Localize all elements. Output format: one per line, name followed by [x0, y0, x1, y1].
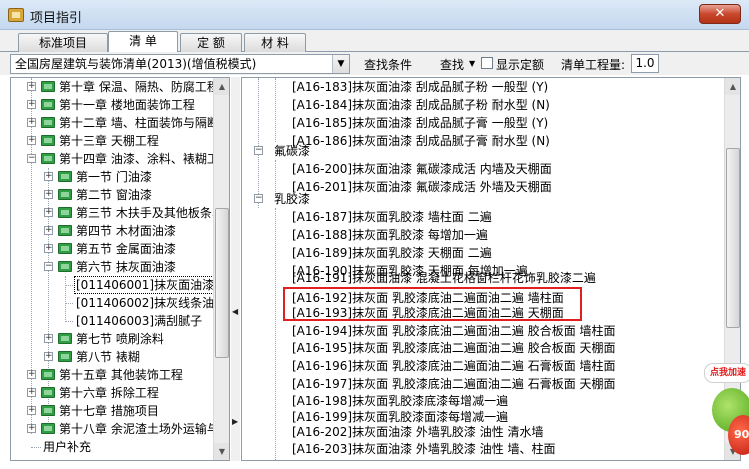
list-item-a16-183[interactable]: [A16-183]抹灰面油漆 刮成品腻子粉 一般型 (Y) — [292, 78, 548, 96]
tab-quota[interactable]: 定 额 — [180, 33, 242, 52]
chapter-tree: + 第十章 保温、隔热、防腐工程 + 第十一章 楼地面装饰工程 + 第十二章 墙、柱面… — [10, 77, 230, 461]
scroll-thumb[interactable] — [726, 148, 740, 328]
scroll-up-icon[interactable]: ▲ — [725, 78, 740, 95]
tree-item-label: 第十三章 天棚工程 — [59, 134, 159, 148]
folder-icon — [58, 171, 72, 182]
folder-icon — [58, 261, 72, 272]
tree-item-011406003[interactable]: [011406003]满刮腻子 — [76, 312, 202, 330]
list-item-a16-200[interactable]: [A16-200]抹灰面油漆 氟碳漆成活 内墙及天棚面 — [292, 160, 552, 178]
tree-item-label: 第七节 喷刷涂料 — [76, 332, 164, 346]
tab-standard-project[interactable]: 标准项目 — [18, 33, 108, 52]
window-title: 项目指引 — [30, 11, 83, 26]
tree-item-label: 第五节 金属面油漆 — [76, 242, 176, 256]
tree-item-label: 第十八章 余泥渣土场外运输与排 — [59, 422, 230, 436]
folder-icon — [41, 405, 55, 416]
library-select-value: 全国房屋建筑与装饰清单(2013)(增值税模式) — [15, 57, 257, 71]
list-item-a16-197[interactable]: [A16-197]抹灰面 乳胶漆底油二遍面油二遍 石膏板面 天棚面 — [292, 375, 616, 393]
chevron-down-icon[interactable]: ▼ — [332, 55, 349, 73]
list-item-a16-202[interactable]: [A16-202]抹灰面油漆 外墙乳胶漆 油性 清水墙 — [292, 423, 544, 441]
folder-icon — [58, 333, 72, 344]
folder-icon — [41, 117, 55, 128]
group-label: 氟碳漆 — [274, 144, 311, 158]
tree-item-label: 第十二章 墙、柱面装饰与隔断 — [59, 116, 219, 130]
list-item-a16-189[interactable]: [A16-189]抹灰面乳胶漆 天棚面 二遍 — [292, 244, 492, 262]
show-quota-label: 显示定额 — [496, 58, 545, 72]
tree-item-label: 第十一章 楼地面装饰工程 — [59, 98, 195, 112]
tab-bill[interactable]: 清 单 — [108, 31, 178, 53]
toolbar: 全国房屋建筑与装饰清单(2013)(增值税模式) ▼ 查找条件 查找 ▼ 显示定… — [0, 52, 749, 75]
list-item-a16-187[interactable]: [A16-187]抹灰面乳胶漆 墙柱面 二遍 — [292, 208, 492, 226]
folder-icon — [58, 243, 72, 254]
list-item-a16-196[interactable]: [A16-196]抹灰面 乳胶漆底油二遍面油二遍 石膏板面 墙柱面 — [292, 357, 616, 375]
tree-item-label: 第十章 保温、隔热、防腐工程 — [59, 80, 219, 94]
folder-icon — [58, 225, 72, 236]
title-bar: 项目指引 ✕ — [0, 0, 749, 30]
tree-item-label: 第六节 抹灰面油漆 — [76, 260, 176, 274]
list-item-a16-203[interactable]: [A16-203]抹灰面油漆 外墙乳胶漆 油性 墙、柱面 — [292, 440, 556, 458]
tree-item-label: 第二节 窗油漆 — [76, 188, 152, 202]
show-quota-checkbox[interactable] — [481, 57, 493, 69]
tree-item-label: 第十五章 其他装饰工程 — [59, 368, 183, 382]
list-item-a16-184[interactable]: [A16-184]抹灰面油漆 刮成品腻子粉 耐水型 (N) — [292, 96, 550, 114]
bill-qty-label: 清单工程量: — [561, 58, 626, 72]
tree-item-user-supplement[interactable]: 用户补充 — [43, 438, 91, 456]
collapse-left-icon[interactable]: ◀ — [232, 307, 238, 316]
scroll-down-icon[interactable]: ▼ — [214, 443, 229, 460]
search-condition-button[interactable]: 查找条件 — [364, 56, 412, 73]
list-item-a16-201[interactable]: [A16-201]抹灰面油漆 氟碳漆成活 外墙及天棚面 — [292, 178, 552, 196]
quota-list: [A16-183]抹灰面油漆 刮成品腻子粉 一般型 (Y) [A16-184]抹… — [241, 77, 741, 461]
folder-icon — [58, 351, 72, 362]
tree-item-label: 第一节 门油漆 — [76, 170, 152, 184]
search-button[interactable]: 查找 — [440, 56, 464, 73]
search-dropdown-icon[interactable]: ▼ — [469, 59, 475, 68]
folder-icon — [41, 387, 55, 398]
tree-item-011406002[interactable]: [011406002]抹灰线条油漆 — [76, 294, 226, 312]
tab-material[interactable]: 材 料 — [244, 33, 306, 52]
library-select[interactable]: 全国房屋建筑与装饰清单(2013)(增值税模式) ▼ — [10, 54, 350, 74]
tree-item-label: 第十四章 油漆、涂料、裱糊工程 — [59, 152, 230, 166]
folder-icon — [58, 207, 72, 218]
folder-icon — [58, 189, 72, 200]
bill-qty-input[interactable]: 1.0 — [631, 54, 659, 73]
speedup-label[interactable]: 点我加速 — [704, 363, 749, 383]
app-icon — [8, 8, 24, 22]
folder-icon — [41, 81, 55, 92]
expand-right-icon[interactable]: ▶ — [232, 417, 238, 426]
group-label: 乳胶漆 — [274, 192, 311, 206]
tree-item-label: 第八节 裱糊 — [76, 350, 140, 364]
left-scrollbar[interactable]: ▲ ▼ — [213, 78, 229, 460]
list-item-a16-186[interactable]: [A16-186]抹灰面油漆 刮成品腻子膏 耐水型 (N) — [292, 132, 550, 150]
scroll-up-icon[interactable]: ▲ — [214, 78, 229, 95]
folder-icon — [41, 99, 55, 110]
folder-icon — [41, 423, 55, 434]
folder-icon — [41, 369, 55, 380]
panel-splitter[interactable]: ◀ ▶ — [231, 77, 240, 461]
list-item-a16-188[interactable]: [A16-188]抹灰面乳胶漆 每增加一遍 — [292, 226, 488, 244]
tree-item-011406001[interactable]: [011406001]抹灰面油漆 — [76, 276, 214, 294]
highlight-annotation — [283, 287, 582, 321]
folder-icon — [41, 153, 55, 164]
list-item-a16-194[interactable]: [A16-194]抹灰面 乳胶漆底油二遍面油二遍 胶合板面 墙柱面 — [292, 322, 616, 340]
tree-item-label: 第三节 木扶手及其他板条、 — [76, 206, 224, 220]
tab-bar: 标准项目 清 单 定 额 材 料 — [0, 30, 749, 53]
tree-item-label: 第十七章 措施项目 — [59, 404, 159, 418]
folder-icon — [41, 135, 55, 146]
tree-item-label: 第十六章 拆除工程 — [59, 386, 159, 400]
tree-item-label: 第四节 木材面油漆 — [76, 224, 176, 238]
list-item-a16-185[interactable]: [A16-185]抹灰面油漆 刮成品腻子膏 一般型 (Y) — [292, 114, 548, 132]
scroll-thumb[interactable] — [215, 208, 229, 358]
list-item-a16-191[interactable]: [A16-191]抹灰面油漆 混凝土花格窗栏杆花饰乳胶漆二遍 — [292, 269, 596, 287]
close-button[interactable]: ✕ — [699, 4, 741, 24]
list-item-a16-195[interactable]: [A16-195]抹灰面 乳胶漆底油二遍面油二遍 胶合板面 天棚面 — [292, 339, 616, 357]
